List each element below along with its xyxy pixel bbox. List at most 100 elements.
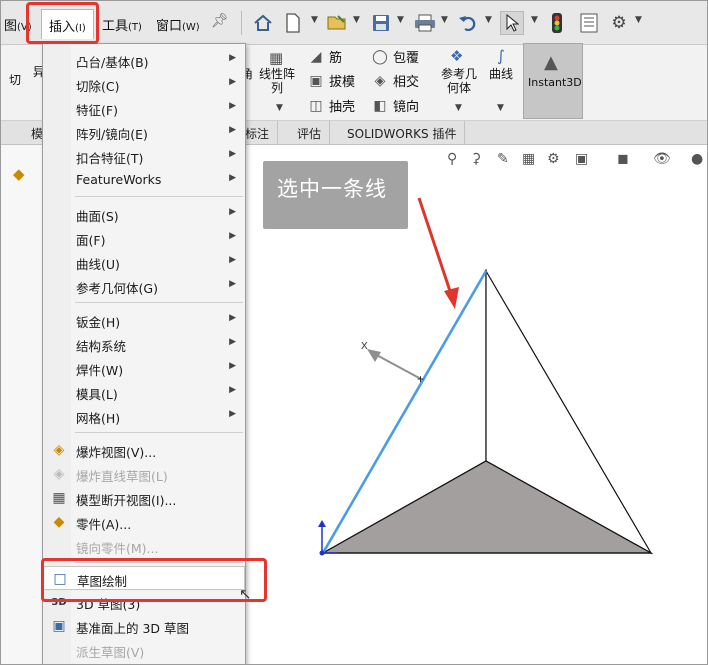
feature-manager-icon[interactable]: ◆ (13, 165, 25, 183)
undo-icon[interactable] (456, 11, 480, 35)
menu-item-weldments[interactable]: 焊件(W) ▶ (43, 356, 245, 380)
shell-button[interactable]: ◫ 抽壳 (307, 96, 355, 116)
menu-separator (75, 302, 243, 303)
model-break-view-icon: ▦ (52, 490, 66, 506)
save-icon[interactable] (369, 11, 393, 35)
hide-show-items-icon[interactable]: 👁︎ (653, 151, 671, 167)
menu-item-label: 派生草图(V) (76, 645, 145, 660)
menu-item-label: 凸台/基体(B) (76, 55, 149, 70)
mirror-button[interactable]: ◧ 镜向 (371, 96, 420, 116)
rib-icon: ◢ (310, 48, 322, 65)
menu-item-3d-sketch[interactable]: 3D 3D 草图(3) (43, 590, 245, 614)
tab-evaluate[interactable]: 评估 (289, 121, 331, 145)
shell-icon: ◫ (309, 97, 323, 114)
menu-item-boss-base[interactable]: 凸台/基体(B) ▶ (43, 48, 245, 72)
new-dropdown-chevron-icon[interactable]: ▼ (311, 15, 318, 25)
reference-geometry-dropdown-chevron-icon[interactable]: ▼ (455, 103, 462, 113)
intersect-button[interactable]: ◈ 相交 (371, 71, 420, 91)
menu-insert-shortcut: (I) (75, 23, 86, 34)
dynamic-annotation-icon[interactable]: ⚙ (547, 151, 560, 167)
new-document-icon[interactable] (281, 11, 305, 35)
menu-item-cut[interactable]: 切除(C) ▶ (43, 72, 245, 96)
view-orientation-icon[interactable]: ▣ (575, 151, 588, 167)
menu-item-part[interactable]: ◆ 零件(A)... (43, 510, 245, 534)
submenu-arrow-icon: ▶ (229, 173, 236, 183)
menu-item-3d-sketch-on-plane[interactable]: ▣ 基准面上的 3D 草图 (43, 614, 245, 638)
submenu-arrow-icon: ▶ (229, 231, 236, 241)
appearance-icon[interactable]: ● (691, 151, 703, 167)
undo-dropdown-chevron-icon[interactable]: ▼ (485, 15, 492, 25)
menu-item-molds[interactable]: 模具(L) ▶ (43, 380, 245, 404)
insert-dropdown-menu: 凸台/基体(B) ▶ 切除(C) ▶ 特征(F) ▶ 阵列/镜向(E) ▶ 扣合特征(T… (42, 43, 246, 664)
menu-insert[interactable]: 插入(I) (41, 9, 94, 39)
curves-icon: ∫ (497, 47, 505, 65)
curves-dropdown-chevron-icon[interactable]: ▼ (497, 103, 504, 113)
explode-line-sketch-icon: ◈ (53, 466, 65, 482)
wrap-button[interactable]: ◯ 包覆 (371, 47, 420, 67)
zoom-to-area-icon[interactable]: ⚳ (471, 151, 481, 167)
menu-item-features[interactable]: 特征(F) ▶ (43, 96, 245, 120)
menu-view[interactable]: 图(V) (4, 15, 32, 34)
submenu-arrow-icon: ▶ (229, 149, 236, 159)
wrap-label: 包覆 (393, 51, 420, 66)
instant3d-button[interactable]: ▲ Instant3D (523, 43, 583, 119)
mirror-label: 镜向 (393, 100, 420, 115)
menu-item-featureworks[interactable]: FeatureWorks ▶ (43, 168, 245, 192)
draft-icon: ▣ (309, 72, 323, 89)
linear-pattern-icon: ▦ (269, 49, 284, 67)
tab-solidworks-addins[interactable]: SOLIDWORKS 插件 (339, 121, 466, 145)
menu-tools[interactable]: 工具(T) (102, 15, 142, 34)
rib-button[interactable]: ◢ 筋 (307, 47, 342, 67)
zoom-to-fit-icon[interactable]: ⚲ (447, 151, 457, 167)
print-icon[interactable] (413, 11, 437, 35)
select-dropdown-chevron-icon[interactable]: ▼ (531, 15, 538, 25)
select-pointer-icon[interactable] (500, 11, 524, 35)
toolbar-separator (241, 11, 242, 35)
intersect-label: 相交 (393, 75, 420, 90)
mirror-icon: ◧ (373, 97, 387, 114)
menu-item-sheet-metal[interactable]: 钣金(H) ▶ (43, 308, 245, 332)
linear-pattern-dropdown-chevron-icon[interactable]: ▼ (276, 103, 283, 113)
intersect-icon: ◈ (374, 72, 386, 89)
menu-item-pattern-mirror[interactable]: 阵列/镜向(E) ▶ (43, 120, 245, 144)
settings-dropdown-chevron-icon[interactable]: ▼ (635, 15, 642, 25)
save-dropdown-chevron-icon[interactable]: ▼ (397, 15, 404, 25)
home-icon[interactable] (251, 11, 275, 35)
menu-tools-label: 工具 (102, 19, 129, 34)
part-icon: ◆ (53, 514, 65, 530)
menu-item-model-break-view[interactable]: ▦ 模型断开视图(I)... (43, 486, 245, 510)
print-dropdown-chevron-icon[interactable]: ▼ (441, 15, 448, 25)
display-style-icon[interactable]: ◼ (617, 151, 629, 167)
ribbon-cut-partial[interactable]: 切 (9, 73, 21, 87)
menu-item-face[interactable]: 面(F) ▶ (43, 226, 245, 250)
section-view-icon[interactable]: ▦ (522, 151, 535, 167)
open-dropdown-chevron-icon[interactable]: ▼ (353, 15, 360, 25)
menu-item-structure-system[interactable]: 结构系统 ▶ (43, 332, 245, 356)
menu-item-reference-geometry[interactable]: 参考几何体(G) ▶ (43, 274, 245, 298)
previous-view-icon[interactable]: ✎ (497, 151, 509, 167)
settings-gear-icon[interactable]: ⚙ (607, 11, 631, 35)
menu-item-fastening-feature[interactable]: 扣合特征(T) ▶ (43, 144, 245, 168)
open-icon[interactable] (325, 11, 349, 35)
file-properties-icon[interactable] (577, 11, 601, 35)
menu-item-curve[interactable]: 曲线(U) ▶ (43, 250, 245, 274)
pin-icon[interactable]: 📌︎ (211, 13, 229, 29)
draft-button[interactable]: ▣ 拔模 (307, 71, 355, 91)
menu-item-exploded-view[interactable]: ◈ 爆炸视图(V)... (43, 438, 245, 462)
menu-item-mesh[interactable]: 网格(H) ▶ (43, 404, 245, 428)
menu-item-label: 面(F) (76, 233, 106, 248)
traffic-light-icon[interactable] (545, 11, 569, 35)
menu-item-label: 模型断开视图(I)... (76, 493, 177, 508)
menu-bar: 图(V) 插入(I) 工具(T) 窗口(W) 📌︎ ▼ ▼ ▼ ▼ ▼ ▼ ⚙ … (1, 1, 707, 45)
menu-item-surface[interactable]: 曲面(S) ▶ (43, 202, 245, 226)
menu-item-label: 扣合特征(T) (76, 151, 144, 166)
menu-item-label: 模具(L) (76, 387, 118, 402)
menu-item-label: 零件(A)... (76, 517, 132, 532)
submenu-arrow-icon: ▶ (229, 207, 236, 217)
feature-manager-strip: ◆ (1, 145, 43, 664)
menu-window[interactable]: 窗口(W) (156, 15, 200, 34)
menu-tools-shortcut: (T) (128, 22, 142, 33)
menu-item-sketch[interactable]: □ 草图绘制 (43, 566, 245, 590)
submenu-arrow-icon: ▶ (229, 409, 236, 419)
curves-label: 曲线 (489, 67, 514, 81)
